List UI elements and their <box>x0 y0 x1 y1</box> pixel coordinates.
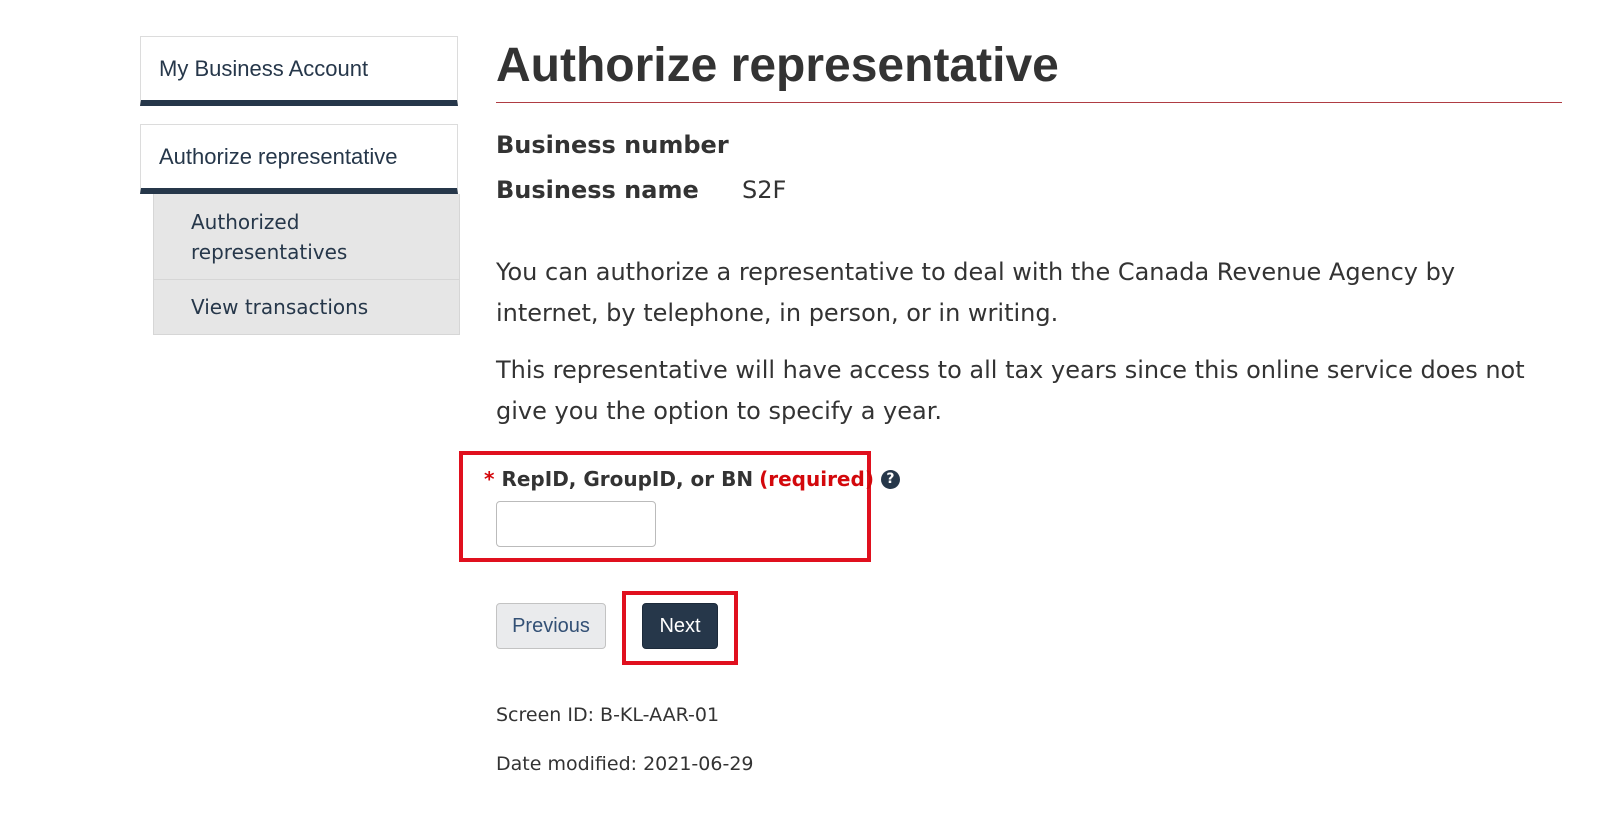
question-circle-icon[interactable]: ? <box>880 469 900 489</box>
date-modified: Date modified: 2021-06-29 <box>496 753 754 775</box>
repid-field-label: * RepID, GroupID, or BN (required) ? <box>484 467 900 491</box>
sidebar-heading-label: Authorize representative <box>159 143 398 169</box>
repid-input[interactable] <box>496 501 656 547</box>
sidebar-item-view-transactions[interactable]: View transactions <box>154 280 459 334</box>
previous-button[interactable]: Previous <box>496 603 606 649</box>
business-number-row: Business number <box>496 129 742 161</box>
page: My Business Account Authorize representa… <box>0 0 1613 818</box>
sidebar-item-label: View transactions <box>191 295 369 319</box>
page-title: Authorize representative <box>496 39 1059 92</box>
intro-paragraph: You can authorize a representative to de… <box>496 258 1456 327</box>
tax-years-paragraph: This representative will have access to … <box>496 356 1525 425</box>
next-button[interactable]: Next <box>642 603 718 649</box>
screen-id: Screen ID: B-KL-AAR-01 <box>496 704 720 726</box>
sidebar-heading-authorize-representative[interactable]: Authorize representative <box>140 124 458 194</box>
title-divider <box>496 102 1562 103</box>
business-number-label: Business number <box>496 131 729 159</box>
business-name-value: S2F <box>742 176 787 204</box>
required-text: (required) <box>759 467 874 491</box>
repid-field-group: * RepID, GroupID, or BN (required) ? <box>459 451 900 562</box>
business-name-row: Business name S2F <box>496 174 786 206</box>
sidebar-heading-my-business-account[interactable]: My Business Account <box>140 36 458 106</box>
sidebar-heading-label: My Business Account <box>159 55 369 81</box>
sidebar-item-label: Authorized representatives <box>191 209 348 264</box>
business-name-label: Business name <box>496 176 699 204</box>
sidebar-item-authorized-representatives[interactable]: Authorized representatives <box>154 194 459 280</box>
sidebar-sublist: Authorized representatives View transact… <box>153 194 460 335</box>
sidebar-nav: My Business Account Authorize representa… <box>140 36 460 335</box>
field-label-text: RepID, GroupID, or BN <box>501 467 754 491</box>
required-asterisk: * <box>484 467 495 491</box>
